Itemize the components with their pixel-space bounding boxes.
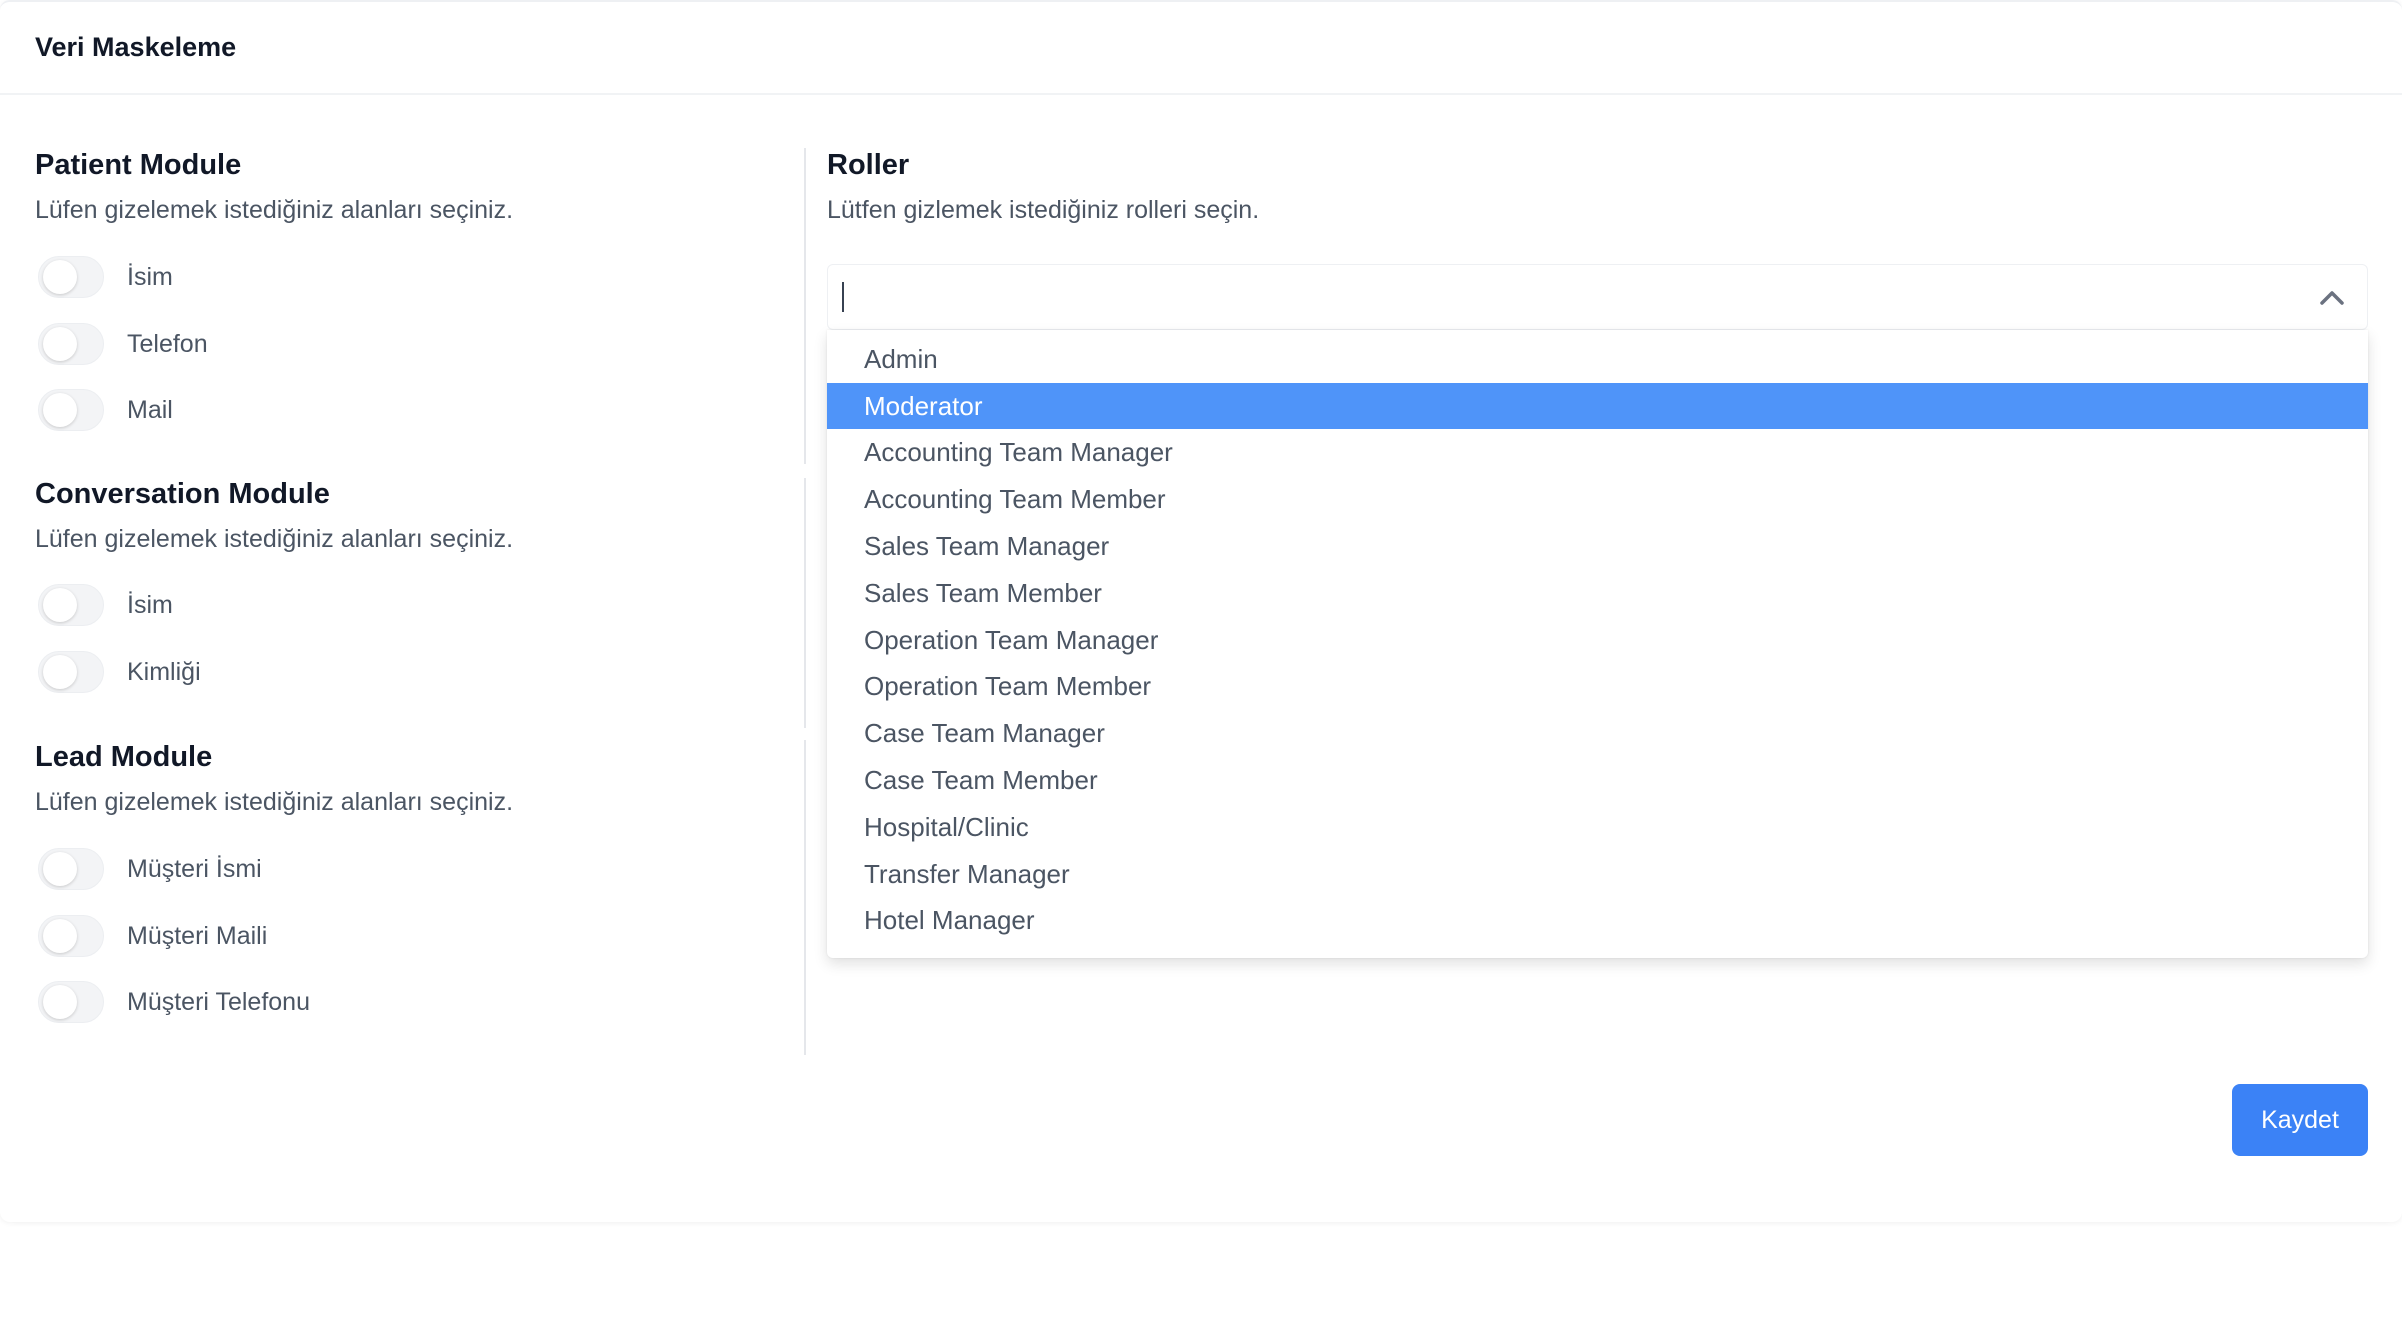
toggle-label: Mail [127, 395, 173, 424]
isim-toggle[interactable] [38, 584, 104, 626]
role-option-hotel-manager[interactable]: Hotel Manager [827, 897, 2368, 943]
column-divider [804, 478, 806, 728]
toggle-label: Kimliği [127, 657, 201, 686]
toggle-label: Müşteri Telefonu [127, 987, 310, 1016]
module-title: Lead Module [35, 741, 213, 773]
data-masking-card: Veri Maskeleme Patient Module Lüfen gize… [0, 0, 2402, 1222]
toggle-label: Telefon [127, 329, 208, 358]
toggle-knob [43, 655, 77, 689]
toggle-knob [43, 393, 77, 427]
module-description: Lüfen gizelemek istediğiniz alanları seç… [35, 196, 514, 224]
field-toggle-row: Mail [38, 388, 173, 432]
role-option-case-team-manager[interactable]: Case Team Manager [827, 710, 2368, 756]
telefon-toggle[interactable] [38, 323, 104, 365]
text-cursor [842, 282, 844, 312]
role-option-sales-team-manager[interactable]: Sales Team Manager [827, 523, 2368, 569]
toggle-knob [43, 985, 77, 1019]
field-toggle-row: Müşteri Maili [38, 914, 267, 958]
role-option-accounting-team-member[interactable]: Accounting Team Member [827, 476, 2368, 522]
role-option-operation-team-manager[interactable]: Operation Team Manager [827, 617, 2368, 663]
toggle-label: Müşteri Maili [127, 921, 268, 950]
role-option-moderator[interactable]: Moderator [827, 383, 2368, 429]
field-toggle-row: Kimliği [38, 650, 201, 694]
lead-module: Lead Module Lüfen gizelemek istediğiniz … [35, 739, 795, 1023]
toggle-knob [43, 919, 77, 953]
role-option-sales-team-member[interactable]: Sales Team Member [827, 570, 2368, 616]
role-option-accounting-team-manager[interactable]: Accounting Team Manager [827, 429, 2368, 475]
roles-section: Roller Lütfen gizlemek istediğiniz rolle… [827, 147, 2368, 225]
toggle-label: İsim [127, 590, 173, 619]
module-description: Lüfen gizelemek istediğiniz alanları seç… [35, 525, 514, 553]
roles-select[interactable] [827, 264, 2368, 330]
role-option-case-team-member[interactable]: Case Team Member [827, 757, 2368, 803]
roles-description: Lütfen gizlemek istediğiniz rolleri seçi… [827, 196, 1260, 224]
page-title: Veri Maskeleme [35, 32, 237, 62]
field-toggle-row: Müşteri İsmi [38, 847, 262, 891]
musteri-telefonu-toggle[interactable] [38, 981, 104, 1023]
conversation-module: Conversation Module Lüfen gizelemek iste… [35, 476, 795, 693]
field-toggle-row: Müşteri Telefonu [38, 980, 310, 1024]
mail-toggle[interactable] [38, 389, 104, 431]
chevron-up-icon[interactable] [2317, 283, 2347, 313]
field-toggle-row: Telefon [38, 322, 208, 366]
toggle-knob [43, 852, 77, 886]
toggle-label: Müşteri İsmi [127, 854, 262, 883]
role-option-operation-team-member[interactable]: Operation Team Member [827, 663, 2368, 709]
role-option-admin[interactable]: Admin [827, 336, 2368, 382]
save-button[interactable]: Kaydet [2232, 1084, 2368, 1156]
roles-title: Roller [827, 149, 910, 181]
column-divider [804, 740, 806, 1055]
toggle-knob [43, 260, 77, 294]
isim-toggle[interactable] [38, 256, 104, 298]
field-toggle-row: İsim [38, 255, 173, 299]
module-title: Patient Module [35, 149, 242, 181]
patient-module: Patient Module Lüfen gizelemek istediğin… [35, 147, 795, 431]
module-description: Lüfen gizelemek istediğiniz alanları seç… [35, 788, 514, 816]
card-header: Veri Maskeleme [0, 2, 2402, 95]
module-title: Conversation Module [35, 478, 330, 510]
musteri-maili-toggle[interactable] [38, 915, 104, 957]
toggle-knob [43, 588, 77, 622]
toggle-knob [43, 327, 77, 361]
role-option-transfer-manager[interactable]: Transfer Manager [827, 851, 2368, 897]
toggle-label: İsim [127, 262, 173, 291]
musteri-ismi-toggle[interactable] [38, 848, 104, 890]
column-divider [804, 148, 806, 464]
kimligi-toggle[interactable] [38, 651, 104, 693]
role-option-hospital-clinic[interactable]: Hospital/Clinic [827, 804, 2368, 850]
roles-dropdown-list: Admin Moderator Accounting Team Manager … [827, 330, 2368, 958]
field-toggle-row: İsim [38, 583, 173, 627]
